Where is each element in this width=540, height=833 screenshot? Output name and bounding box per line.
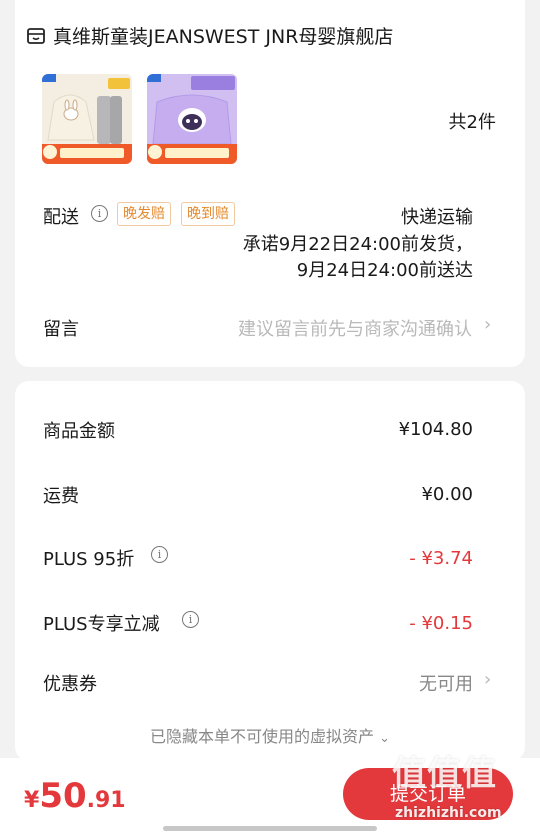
shop-name: 真维斯童装JEANSWEST JNR母婴旗舰店: [53, 26, 394, 48]
total-integer: 50: [39, 776, 87, 816]
product-image: [42, 74, 132, 164]
plus95-label: PLUS 95折: [43, 549, 135, 570]
chevron-right-icon[interactable]: ›: [484, 108, 491, 129]
hidden-assets-note: 已隐藏本单不可使用的虚拟资产: [149, 727, 374, 746]
delivery-method[interactable]: 快递运输: [401, 203, 473, 229]
home-indicator[interactable]: [163, 826, 377, 831]
shipping-fee-value: ¥0.00: [421, 484, 473, 505]
total-decimal: .91: [86, 788, 126, 813]
info-icon[interactable]: i: [151, 546, 168, 563]
product-thumbnail[interactable]: [42, 74, 132, 164]
info-icon[interactable]: i: [182, 611, 199, 628]
delivery-label: 配送: [43, 207, 79, 228]
currency-symbol: ¥: [24, 788, 40, 813]
product-image: [147, 74, 237, 164]
watermark-logo: 值值值: [392, 754, 497, 794]
goods-amount-value: ¥104.80: [398, 419, 473, 440]
plus95-value: - ¥3.74: [409, 548, 473, 569]
coupon-label: 优惠券: [43, 674, 97, 695]
shipping-fee-label: 运费: [43, 486, 79, 507]
hidden-assets-toggle[interactable]: 已隐藏本单不可使用的虚拟资产 ⌄: [0, 723, 540, 747]
store-icon: [27, 27, 45, 44]
chevron-right-icon[interactable]: ›: [484, 314, 491, 335]
message-label: 留言: [43, 319, 79, 340]
chevron-down-icon: ⌄: [379, 731, 390, 746]
chevron-right-icon[interactable]: ›: [484, 669, 491, 690]
shop-header[interactable]: 真维斯童装JEANSWEST JNR母婴旗舰店: [27, 22, 393, 49]
info-icon[interactable]: i: [91, 205, 108, 222]
product-thumbnail[interactable]: [147, 74, 237, 164]
late-ship-compensation-tag: 晚发赔: [117, 202, 171, 226]
late-arrival-compensation-tag: 晚到赔: [181, 202, 235, 226]
shop-card: [15, 0, 525, 367]
coupon-value[interactable]: 无可用: [419, 670, 473, 696]
watermark-url: zhizhizhi.com: [395, 805, 502, 821]
plus-discount-value: - ¥0.15: [409, 613, 473, 634]
delivery-promise-line1: 承诺9月22日24:00前发货，: [242, 234, 473, 255]
delivery-promise-line2: 9月24日24:00前送达: [296, 260, 473, 281]
message-input[interactable]: 建议留言前先与商家沟通确认: [238, 315, 472, 341]
plus-discount-label: PLUS专享立减: [43, 614, 160, 635]
goods-amount-label: 商品金额: [43, 421, 115, 442]
order-total: ¥50.91: [24, 776, 126, 816]
